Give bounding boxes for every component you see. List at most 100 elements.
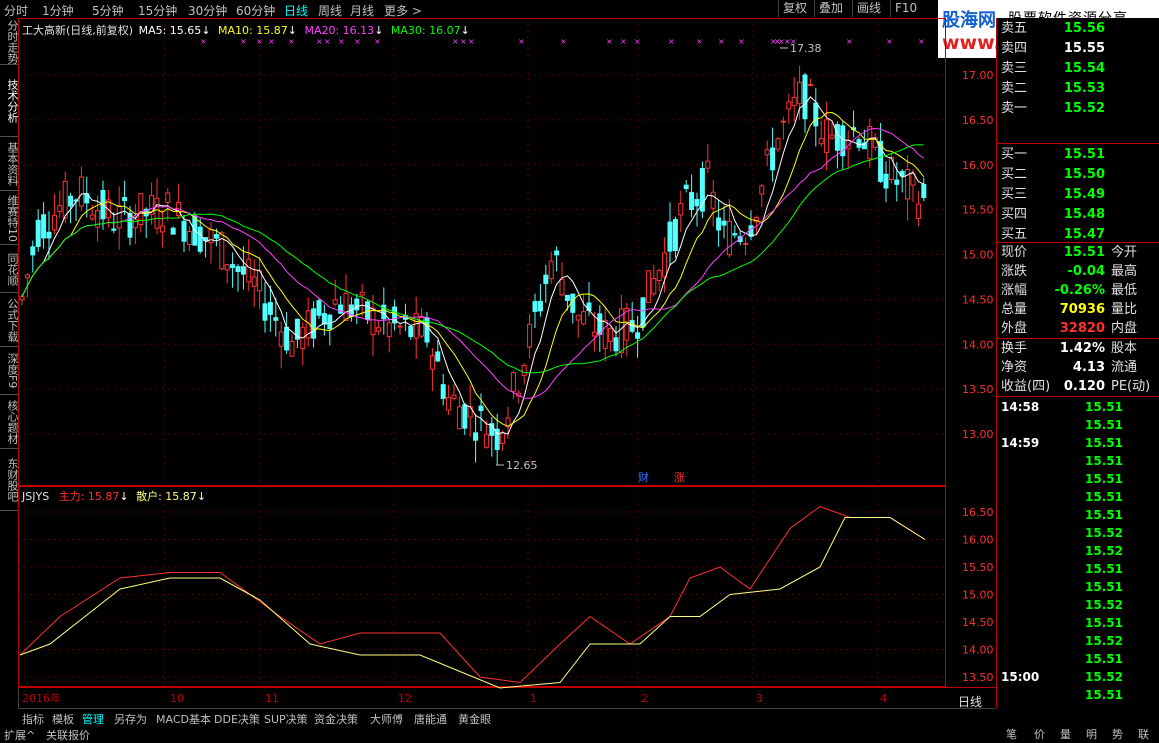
ask-row[interactable]: 卖二 15.53 [999,80,1159,98]
expand-button[interactable]: 扩展^ [4,727,35,743]
tab-capital[interactable]: 资金决策 [314,711,358,727]
side-tab-depth-f9[interactable]: 深度F9 [0,348,19,395]
side-tab-fundamental[interactable]: 基本资料 [0,138,19,191]
candle-body [408,325,414,338]
signal-marker: × [374,37,381,46]
candle-body [759,185,765,195]
candle-body [440,384,446,399]
finance-marker[interactable]: 财 [638,470,649,484]
bid-row[interactable]: 买二 15.50 [999,166,1159,184]
quote-value: 32820 [1059,321,1105,336]
tab-indicator[interactable]: 指标 [22,711,44,727]
x-label-mar: 3 [756,692,763,705]
side-tab-tonghuashun[interactable]: 同花顺 [0,246,19,293]
candle-body [786,101,792,110]
candle-body [35,219,41,247]
tab-golden-eye[interactable]: 黄金眼 [458,711,491,727]
candle-body [548,260,554,280]
candle-body [429,355,435,370]
candle-body [397,325,403,328]
indicator-grid: 16.50 16.00 15.50 15.00 14.50 14.00 13.50 [18,506,994,684]
side-tab-linked[interactable]: 联 [1138,726,1149,742]
signal-marker: × [738,37,745,46]
tab-master[interactable]: 大师傅 [370,711,403,727]
bid-row[interactable]: 买四 15.48 [999,206,1159,224]
side-tab-core-themes[interactable]: 核心题材 [0,396,19,449]
period-tab-30min[interactable]: 30分钟 [188,2,227,19]
period-tab-1min[interactable]: 1分钟 [42,2,74,19]
period-tab-daily[interactable]: 日线 [284,2,308,19]
quote-label: 收益(四) [1001,379,1051,394]
period-tab-60min[interactable]: 60分钟 [236,2,275,19]
bid-row[interactable]: 买三 15.49 [999,186,1159,204]
side-tab-intraday[interactable]: 分时走势 [0,20,19,65]
ask-row[interactable]: 卖三 15.54 [999,60,1159,78]
candle-body [289,340,295,357]
ma10-line [21,111,925,427]
x-axis-labels: 2016年 10 11 12 1 2 3 4 [22,691,887,705]
candle-body [678,203,684,216]
price-grid: 17.00 16.50 16.00 15.50 15.00 14.50 14.00 13.50… [18,18,994,687]
candle-body [780,120,786,123]
draw-line-button[interactable]: 画线 [852,0,885,17]
tab-tangnengtong[interactable]: 唐能通 [414,711,447,727]
ask-row[interactable]: 卖四 15.55 [999,40,1159,58]
candle-body [435,351,441,362]
x-label-apr: 4 [880,692,887,705]
quote-value: 0.120 [1063,379,1105,394]
tab-sup[interactable]: SUP决策 [264,711,308,727]
restore-rights-button[interactable]: 复权 [778,0,811,17]
quote-extra-label: 内盘 [1111,321,1138,336]
related-quotes-button[interactable]: 关联报价 [46,727,90,743]
period-tab-weekly[interactable]: 周线 [318,2,342,19]
quote-value: -0.04 [1067,264,1105,279]
side-tab-technical[interactable]: 技术分析 [0,66,19,137]
candle-body [267,302,273,315]
main-chart-legend: 工大高新(日线,前复权) MA5: 15.65↓ MA10: 15.87↓ MA… [22,24,470,37]
side-tab-trades[interactable]: 笔 [1006,726,1017,742]
period-tab-monthly[interactable]: 月线 [350,2,374,19]
candle-body [478,405,484,412]
overlay-button[interactable]: 叠加 [814,0,847,17]
order-price: 15.52 [1063,101,1105,116]
rise-marker[interactable]: 涨 [674,471,685,484]
indicator-tick-label: 13.50 [962,671,994,684]
period-tab-more[interactable]: 更多 > [384,2,422,19]
f10-button[interactable]: F10 [890,0,921,17]
side-tab-formula-download[interactable]: 公式下载 [0,294,19,347]
candle-body [327,314,333,330]
quote-extra-label: 股本 [1111,341,1138,356]
side-tab-eastmoney-forum[interactable]: 东财股吧 [0,450,19,511]
side-tab-volume[interactable]: 量 [1060,726,1071,742]
order-label: 卖一 [1001,101,1028,116]
candle-body [208,229,214,244]
ma20-line [21,127,925,399]
period-tab-15min[interactable]: 15分钟 [138,2,177,19]
signal-marker: × [634,37,641,46]
ask-row[interactable]: 卖五 15.56 [999,20,1159,38]
order-label: 卖四 [1001,41,1028,56]
tab-dde[interactable]: DDE决策 [214,711,260,727]
tab-manage[interactable]: 管理 [82,711,104,727]
candle-body [775,138,781,150]
quote-extra-label: 最高 [1111,264,1138,279]
tab-save-as[interactable]: 另存为 [114,711,147,727]
period-tab-5min[interactable]: 5分钟 [92,2,124,19]
candle-body [726,220,732,256]
side-tab-price[interactable]: 价 [1034,726,1045,742]
candle-body [694,199,700,207]
side-tab-detail[interactable]: 明 [1086,726,1097,742]
candle-body [802,74,808,120]
side-tab-weisaite[interactable]: 维赛特10 [0,192,19,245]
bid-row[interactable]: 买一 15.51 [999,146,1159,164]
ask-row[interactable]: 卖一 15.52 [999,100,1159,118]
tab-macd[interactable]: MACD基本 [156,711,211,727]
quote-row: 收益(四) 0.120 PE(动) [999,378,1159,396]
period-tab-fenshi[interactable]: 分时 [4,2,28,19]
quote-label: 现价 [1001,245,1028,260]
kline-chart-area[interactable]: 17.00 16.50 16.00 15.50 15.00 14.50 14.00 13.50… [18,18,996,708]
candle-body [251,276,257,287]
side-tab-trend[interactable]: 势 [1112,726,1123,742]
tab-template[interactable]: 模板 [52,711,74,727]
main-force-legend: 主力: 15.87 [58,490,120,503]
